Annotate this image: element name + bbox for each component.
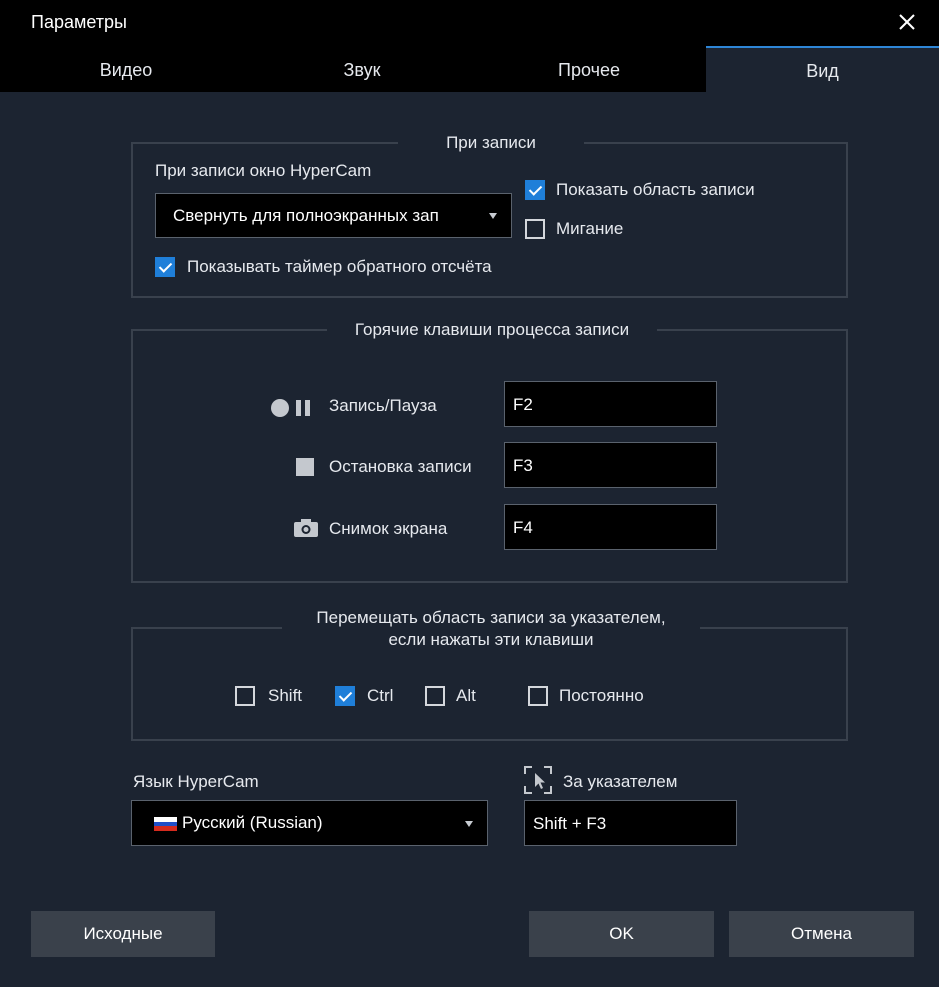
hotkey-record-pause-input[interactable]: F2 <box>504 381 717 427</box>
hotkey-screenshot-label: Снимок экрана <box>329 519 448 538</box>
tab-video[interactable]: Видео <box>0 46 252 92</box>
follow-alt-label: Alt <box>456 686 476 705</box>
follow-pointer-hotkey-input[interactable]: Shift + F3 <box>524 800 737 846</box>
blink-checkbox[interactable] <box>525 219 545 239</box>
recording-group-legend: При записи <box>398 132 584 154</box>
chevron-down-icon <box>489 213 497 219</box>
window-mode-value: Свернуть для полноэкранных зап <box>173 206 439 225</box>
language-label: Язык HyperCam <box>133 772 259 791</box>
follow-pointer-hotkey-value: Shift + F3 <box>533 814 607 833</box>
hotkey-record-pause-label: Запись/Пауза <box>329 396 437 415</box>
follow-pointer-label: За указателем <box>563 772 678 791</box>
window-mode-dropdown[interactable]: Свернуть для полноэкранных зап <box>155 193 512 238</box>
camera-icon <box>294 519 318 537</box>
follow-shift-label: Shift <box>268 686 303 705</box>
countdown-checkbox[interactable] <box>155 257 175 277</box>
hotkey-record-pause-value: F2 <box>513 395 533 414</box>
follow-ctrl-label: Ctrl <box>367 686 394 705</box>
hotkeys-group-legend: Горячие клавиши процесса записи <box>327 319 657 341</box>
window-mode-label: При записи окно HyperCam <box>155 161 372 180</box>
tab-sound[interactable]: Звук <box>252 46 472 92</box>
window-title: Параметры <box>31 12 127 32</box>
tab-view[interactable]: Вид <box>706 46 939 92</box>
countdown-label: Показывать таймер обратного отсчёта <box>187 257 492 276</box>
hotkey-screenshot-input[interactable]: F4 <box>504 504 717 550</box>
blink-label: Мигание <box>556 219 624 238</box>
follow-legend-line2: если нажаты эти клавиши <box>388 630 594 649</box>
follow-always-label: Постоянно <box>559 686 644 705</box>
stop-icon <box>296 458 314 476</box>
title-bar: Параметры <box>0 0 939 46</box>
record-pause-icon <box>271 399 310 417</box>
hotkey-stop-input[interactable]: F3 <box>504 442 717 488</box>
chevron-down-icon <box>465 821 473 827</box>
follow-always-checkbox[interactable] <box>528 686 548 706</box>
hotkey-stop-value: F3 <box>513 456 533 475</box>
hotkey-stop-label: Остановка записи <box>329 457 472 476</box>
follow-ctrl-checkbox[interactable] <box>335 686 355 706</box>
hotkey-screenshot-value: F4 <box>513 518 533 537</box>
follow-group-legend: Перемещать область записи за указателем,… <box>282 607 700 651</box>
cancel-button[interactable]: Отмена <box>729 911 914 957</box>
language-value: Русский (Russian) <box>182 813 323 832</box>
follow-alt-checkbox[interactable] <box>425 686 445 706</box>
hotkeys-group <box>131 329 848 583</box>
russian-flag-icon <box>154 817 177 831</box>
tab-bar: Видео Звук Прочее Вид <box>0 46 939 92</box>
show-area-checkbox[interactable] <box>525 180 545 200</box>
ok-button[interactable]: OK <box>529 911 714 957</box>
follow-legend-line1: Перемещать область записи за указателем, <box>316 608 666 627</box>
defaults-button[interactable]: Исходные <box>31 911 215 957</box>
follow-shift-checkbox[interactable] <box>235 686 255 706</box>
tab-other[interactable]: Прочее <box>472 46 706 92</box>
language-dropdown[interactable]: Русский (Russian) <box>131 800 488 846</box>
close-icon[interactable] <box>893 8 921 36</box>
cursor-target-icon <box>524 766 552 794</box>
show-area-label: Показать область записи <box>556 180 755 199</box>
